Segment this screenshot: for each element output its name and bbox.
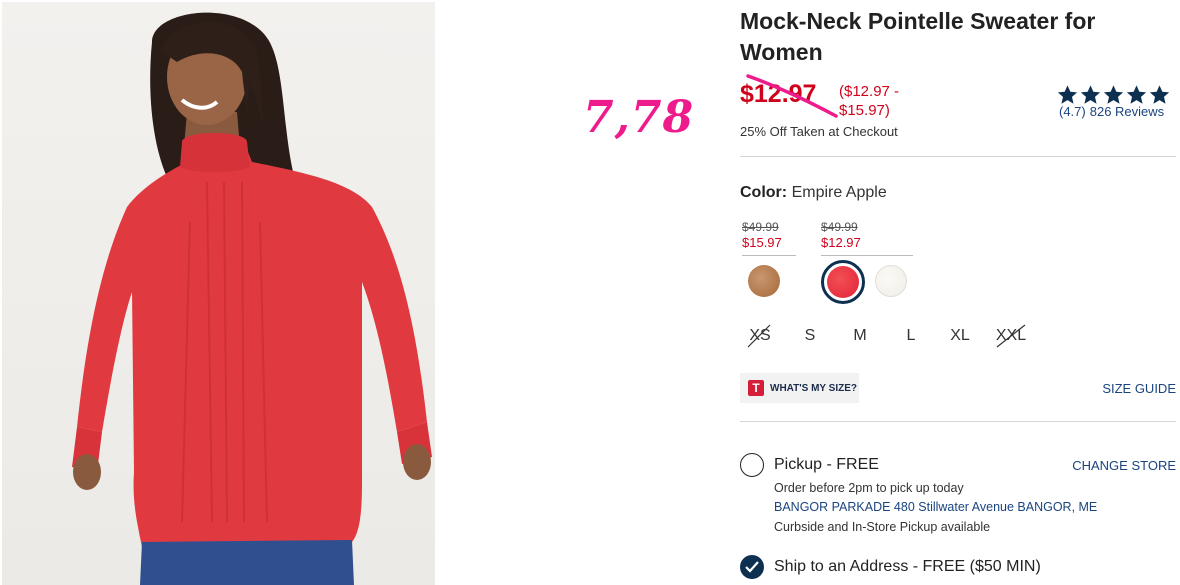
size-option-l[interactable]: L xyxy=(891,327,931,345)
size-option-xl[interactable]: XL xyxy=(940,327,980,345)
product-image[interactable] xyxy=(2,2,435,585)
now-price: $12.97 xyxy=(821,235,861,250)
true-fit-logo-icon: T xyxy=(748,380,764,396)
star-icon xyxy=(1103,85,1124,104)
model-illustration xyxy=(72,12,432,585)
ship-title: Ship to an Address - FREE ($50 MIN) xyxy=(774,558,1041,575)
price-range: ($12.97 - $15.97) xyxy=(839,83,900,119)
product-title: Mock-Neck Pointelle Sweater for Women xyxy=(740,8,1096,65)
rating-value: (4.7) xyxy=(1059,104,1086,119)
color-swatch-empire-apple[interactable] xyxy=(827,266,859,298)
size-selector: XS S M L XL XXL xyxy=(740,324,1040,351)
checkmark-icon xyxy=(745,561,759,573)
change-store-link[interactable]: CHANGE STORE xyxy=(1072,458,1176,473)
was-price: $49.99 xyxy=(821,220,858,234)
review-count: 826 Reviews xyxy=(1089,104,1165,119)
size-label: M xyxy=(853,327,867,344)
star-icon xyxy=(1057,85,1078,104)
ship-radio-checked[interactable] xyxy=(740,555,764,579)
reviews-link[interactable]: (4.7) 826 Reviews xyxy=(1059,104,1168,119)
size-label: S xyxy=(804,327,816,344)
swatch-price-group: $49.99 $15.97 xyxy=(742,220,796,256)
star-icon xyxy=(1080,85,1101,104)
swatch-price-group: $49.99 $12.97 xyxy=(821,220,913,256)
price-strike-mark xyxy=(746,74,838,118)
pickup-cutoff-text: Order before 2pm to pick up today xyxy=(774,481,964,495)
size-label: L xyxy=(906,327,916,344)
unavailable-strike-icon xyxy=(996,324,1026,348)
unavailable-strike-icon xyxy=(747,324,771,348)
pickup-availability-text: Curbside and In-Store Pickup available xyxy=(774,520,991,534)
star-icon xyxy=(1126,85,1147,104)
star-icon xyxy=(1149,85,1170,104)
rating-stars[interactable] xyxy=(1056,84,1171,106)
whats-my-size-label: WHAT'S MY SIZE? xyxy=(770,382,858,394)
divider xyxy=(740,156,1176,157)
size-option-s[interactable]: S xyxy=(790,327,830,345)
divider xyxy=(742,255,796,256)
color-swatch-cream[interactable] xyxy=(875,265,907,297)
selected-color-name: Empire Apple xyxy=(791,184,887,201)
divider xyxy=(821,255,913,256)
was-price: $49.99 xyxy=(742,220,779,234)
handwritten-price-note: 7,78 xyxy=(583,92,695,143)
size-option-m[interactable]: M xyxy=(840,327,880,345)
size-option-xs[interactable]: XS xyxy=(740,324,780,348)
size-option-xxl[interactable]: XXL xyxy=(991,324,1031,348)
size-label: XL xyxy=(950,327,970,344)
color-label: Color: Empire Apple xyxy=(740,184,887,202)
size-guide-link[interactable]: SIZE GUIDE xyxy=(1102,381,1176,396)
divider xyxy=(740,421,1176,422)
now-price: $15.97 xyxy=(742,235,782,250)
color-swatch-tan[interactable] xyxy=(748,265,780,297)
pickup-radio[interactable] xyxy=(740,453,764,477)
color-label-prefix: Color: xyxy=(740,184,788,201)
store-address-link[interactable]: BANGOR PARKADE 480 Stillwater Avenue BAN… xyxy=(774,500,1097,514)
pickup-title: Pickup - FREE xyxy=(774,456,879,473)
whats-my-size-button[interactable]: T WHAT'S MY SIZE? xyxy=(740,373,859,403)
promo-text: 25% Off Taken at Checkout xyxy=(740,124,898,139)
